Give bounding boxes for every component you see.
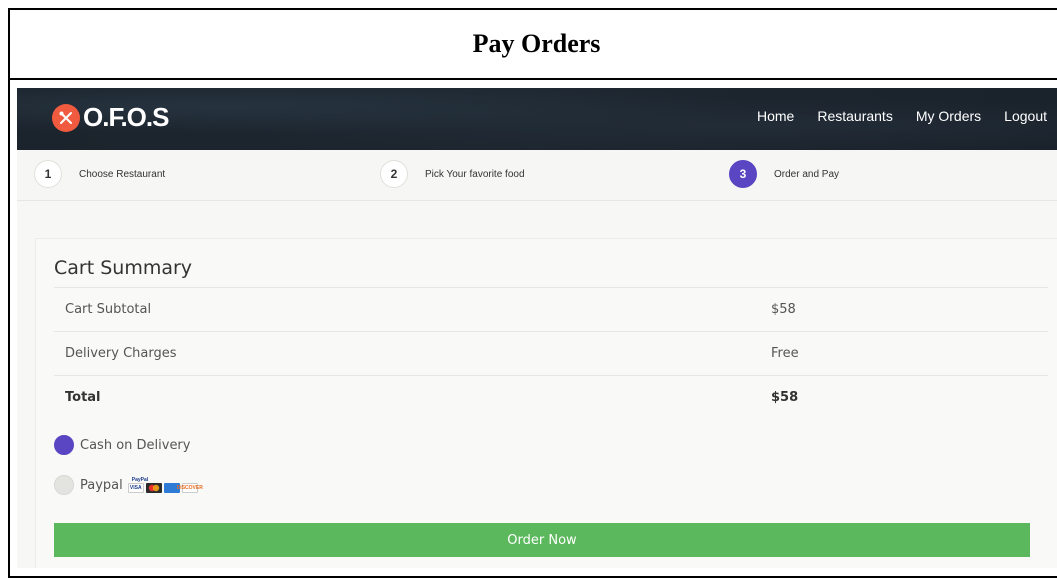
nav-home[interactable]: Home — [757, 108, 794, 124]
navbar: O.F.O.S Home Restaurants My Orders Logou… — [17, 88, 1057, 150]
nav-logout[interactable]: Logout — [1004, 108, 1047, 124]
frame-title: Pay Orders — [10, 10, 1057, 80]
radio-button[interactable] — [54, 435, 74, 455]
brand-name: O.F.O.S — [83, 102, 169, 132]
brand-logo[interactable]: O.F.O.S — [52, 102, 169, 133]
step-number: 3 — [729, 160, 757, 188]
discover-icon: DISCOVER — [176, 483, 203, 493]
row-value: $58 — [771, 390, 799, 405]
summary-row-subtotal: Cart Subtotal $58 — [54, 287, 1048, 331]
cart-summary-card: Cart Summary Cart Subtotal $58 Delivery … — [35, 238, 1057, 568]
card-logos: PayPal VISA DISCOVER — [127, 477, 203, 493]
step-choose-restaurant: 1 Choose Restaurant — [34, 160, 165, 188]
nav-restaurants[interactable]: Restaurants — [817, 108, 892, 124]
step-order-and-pay: 3 Order and Pay — [729, 160, 839, 188]
mastercard-icon — [145, 483, 162, 493]
row-label: Total — [65, 390, 101, 405]
row-label: Delivery Charges — [65, 346, 177, 361]
step-number: 1 — [34, 160, 62, 188]
fork-knife-icon — [52, 103, 80, 132]
visa-icon: VISA — [127, 483, 144, 493]
order-now-button[interactable]: Order Now — [54, 523, 1030, 557]
payment-label: Paypal — [80, 477, 123, 493]
step-label: Choose Restaurant — [79, 168, 166, 180]
payment-option-cod[interactable]: Cash on Delivery — [54, 435, 190, 455]
summary-row-delivery: Delivery Charges Free — [54, 331, 1048, 375]
payment-label: Cash on Delivery — [80, 437, 191, 453]
nav-links: Home Restaurants My Orders Logout — [734, 108, 1047, 124]
step-label: Order and Pay — [774, 168, 840, 180]
step-number: 2 — [380, 160, 408, 188]
nav-my-orders[interactable]: My Orders — [916, 108, 981, 124]
step-pick-food: 2 Pick Your favorite food — [380, 160, 525, 188]
row-value: $58 — [771, 302, 796, 317]
radio-button[interactable] — [54, 475, 74, 495]
payment-option-paypal[interactable]: Paypal PayPal VISA DISCOVER — [54, 475, 203, 495]
app-window: O.F.O.S Home Restaurants My Orders Logou… — [17, 88, 1057, 568]
summary-row-total: Total $58 — [54, 375, 1048, 419]
row-label: Cart Subtotal — [65, 302, 152, 317]
row-value: Free — [771, 346, 799, 361]
step-label: Pick Your favorite food — [425, 168, 525, 180]
cart-summary-title: Cart Summary — [54, 257, 193, 279]
checkout-steps: 1 Choose Restaurant 2 Pick Your favorite… — [17, 150, 1057, 201]
